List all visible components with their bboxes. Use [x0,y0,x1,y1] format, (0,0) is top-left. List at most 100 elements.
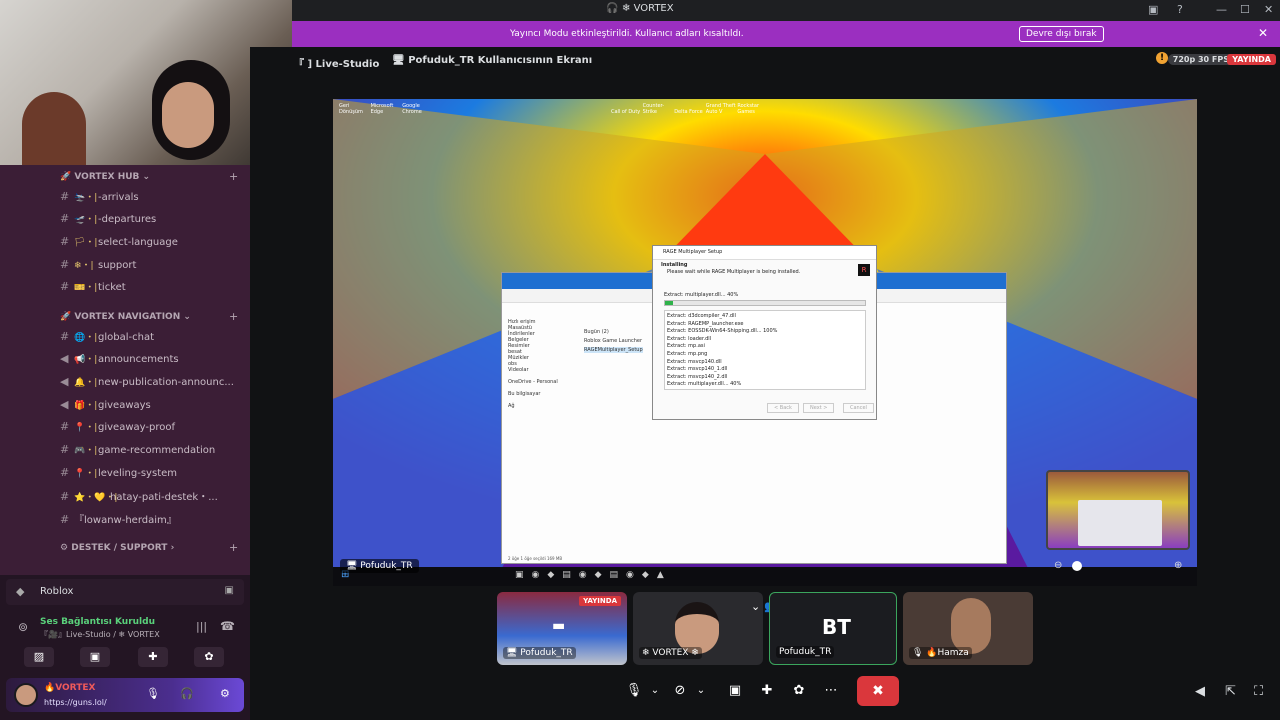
microphone-icon[interactable]: 🎙 [146,687,160,700]
preview-window [1078,500,1162,546]
channel-giveaways[interactable]: ◀ 🎁・|giveaways [60,398,240,418]
participant-tile-pofuduk[interactable]: BT Pofuduk_TR [769,592,897,665]
avatar[interactable] [14,683,38,707]
activity-icon[interactable]: ✚ [753,676,781,706]
live-badge: YAYINDA [579,596,621,606]
channel-ticket[interactable]: # 🎫・|ticket [60,280,240,300]
streamer-camera [0,0,292,165]
noise-suppression-icon[interactable]: ||| [196,620,207,633]
channel-arrivals[interactable]: # 🛬・|-arrivals [60,190,240,210]
channel-leveling-system[interactable]: # 📍・|leveling-system [60,466,240,486]
user-bar: 🔥VORTEX https://guns.lol/ 🎙 🎧 ⚙ [6,678,244,712]
channel-hatay-pati-destek[interactable]: # ⭐・💛・|hatay-pati-destek・... [60,488,240,508]
category-vortex-navigation[interactable]: 🚀 VORTEX NAVIGATION ⌄ [60,312,191,322]
disable-streamer-mode-button[interactable]: Devre dışı bırak [1019,26,1104,42]
category-destek-support[interactable]: ⚙ DESTEK / SUPPORT › [60,543,174,553]
add-channel-icon[interactable]: + [229,310,238,323]
user-status: https://guns.lol/ [44,698,107,707]
participant-name: 🖥 Pofuduk_TR [503,647,576,659]
next-button[interactable]: Next > [803,403,835,413]
end-call-icon[interactable]: ✖ [857,676,899,706]
channel-support[interactable]: # ❄・| support [60,258,240,278]
settings-gear-icon[interactable]: ⚙ [220,687,230,700]
volume-icon[interactable]: ◀ [1195,684,1205,699]
zoom-slider[interactable]: ⊖ ⊕ [1050,560,1190,574]
close-banner-icon[interactable]: ✕ [1258,26,1268,40]
disconnect-icon[interactable]: ☎ [220,619,235,633]
channel-global-chat[interactable]: # 🌐・|global-chat [60,330,240,350]
streamer-mode-banner: Yayıncı Modu etkinleştirildi. Kullanıcı … [292,21,1280,47]
channel-select-language[interactable]: # 🏳・|select-language [60,235,240,255]
channel-lowanw-herdaim[interactable]: # 『lowanw-herdaim』 [60,511,240,531]
headset-icon[interactable]: 🎧 [180,687,194,700]
discord-icon: 🎧 ❄ [606,3,634,14]
installer-current: Extract: multiplayer.dll... 40% [664,292,739,298]
more-icon[interactable]: ⋯ [817,676,845,706]
cancel-button[interactable]: Cancel [843,403,874,413]
installer-heading: Installing [661,262,688,268]
installer-subheading: Please wait while RAGE Multiplayer is be… [667,269,801,275]
participant-initials: BT [822,615,851,639]
category-vortex-hub[interactable]: 🚀 VORTEX HUB ⌄ [60,172,150,182]
hashtag-icon: # [60,280,70,293]
zoom-out-icon[interactable]: ⊖ [1054,560,1062,571]
hashtag-icon: # [60,420,70,433]
zoom-handle[interactable] [1072,561,1082,571]
hashtag-icon: # [60,212,70,225]
activities-button[interactable]: ✚ [138,647,168,667]
help-icon[interactable]: ? [1177,3,1183,16]
announcement-icon: ◀ [60,352,69,365]
stage-channel-name[interactable]: 『 ] Live-Studio [294,55,379,70]
live-badge: YAYINDA [1227,54,1276,65]
stream-preview[interactable] [1046,470,1190,550]
back-button[interactable]: < Back [767,403,799,413]
channel-giveaway-proof[interactable]: # 📍・|giveaway-proof [60,420,240,440]
hashtag-icon: # [60,190,70,203]
soundboard-icon[interactable]: ✿ [785,676,813,706]
stream-quality-badge[interactable]: 720p 30 FPS [1167,54,1234,65]
explorer-nav-pane: Hızlı erişim Masaüstü İndirilenler Belgeler… [508,319,558,409]
chevron-down-icon[interactable]: ⌄ [641,676,669,706]
screen-share-icon[interactable]: ▣ [721,676,749,706]
inbox-icon[interactable]: ▣ [1148,3,1158,16]
hashtag-icon: # [60,443,70,456]
channel-announcements[interactable]: ◀ 📢・|announcements [60,352,240,372]
user-name[interactable]: 🔥VORTEX [44,683,95,693]
explorer-file-list: Bugün (2) Roblox Game Launcher RAGEMulti… [584,329,643,353]
share-screen-icon[interactable]: ▣ [225,585,234,596]
stage-header: 『 ] Live-Studio 🖥 Pofuduk_TR Kullanıcısı… [292,49,1280,75]
channel-game-recommendation[interactable]: # 🎮・|game-recommendation [60,443,240,463]
activity-card[interactable]: ◆ Roblox ▣ [6,579,244,605]
popout-icon[interactable]: ⇱ [1225,684,1236,699]
installer-dialog[interactable]: RAGE Multiplayer Setup Installing Please… [652,245,877,420]
banner-text: Yayıncı Modu etkinleştirildi. Kullanıcı … [510,29,744,39]
add-channel-icon[interactable]: + [229,541,238,554]
soundboard-button[interactable]: ✿ [194,647,224,667]
taskbar-apps: ▣◉◆▤◉◆▤◉◆▲ [515,570,672,580]
maximize-button[interactable]: ☐ [1240,3,1250,16]
hashtag-icon: # [60,490,70,503]
minimize-button[interactable]: — [1216,3,1227,16]
participant-tile-stream[interactable]: YAYINDA ▬ 🖥 Pofuduk_TR [497,592,627,665]
screen-share-button[interactable]: ▣ [80,647,110,667]
add-channel-icon[interactable]: + [229,170,238,183]
warning-icon[interactable]: ! [1156,52,1168,64]
install-log[interactable]: Extract: d3dcompiler_47.dll Extract: RAGE… [664,310,866,390]
channel-new-publication[interactable]: ◀ 🔔・|new-publication-announc... [60,375,240,395]
participant-tile-vortex[interactable]: ❄ VORTEX ❄ [633,592,763,665]
zoom-in-icon[interactable]: ⊕ [1174,560,1182,571]
participant-name: 🎙 🔥Hamza [909,647,972,659]
signal-icon: ⊚ [18,620,29,634]
rage-logo-icon: R [858,264,870,276]
hashtag-icon: # [60,466,70,479]
voice-channel-name[interactable]: 『🎥』Live-Studio / ❄ VORTEX [40,629,160,640]
fullscreen-icon[interactable]: ⛶ [1254,684,1263,699]
channel-departures[interactable]: # 🛫・|-departures [60,212,240,232]
voice-status[interactable]: Ses Bağlantısı Kuruldu [40,617,155,627]
camera-toggle-button[interactable]: ▨ [24,647,54,667]
participant-tile-hamza[interactable]: 🎙 🔥Hamza [903,592,1033,665]
close-window-button[interactable]: ✕ [1264,3,1273,16]
chevron-down-icon[interactable]: ⌄ [687,676,715,706]
chevron-down-icon[interactable]: ⌄ [751,600,760,613]
face [162,82,214,148]
